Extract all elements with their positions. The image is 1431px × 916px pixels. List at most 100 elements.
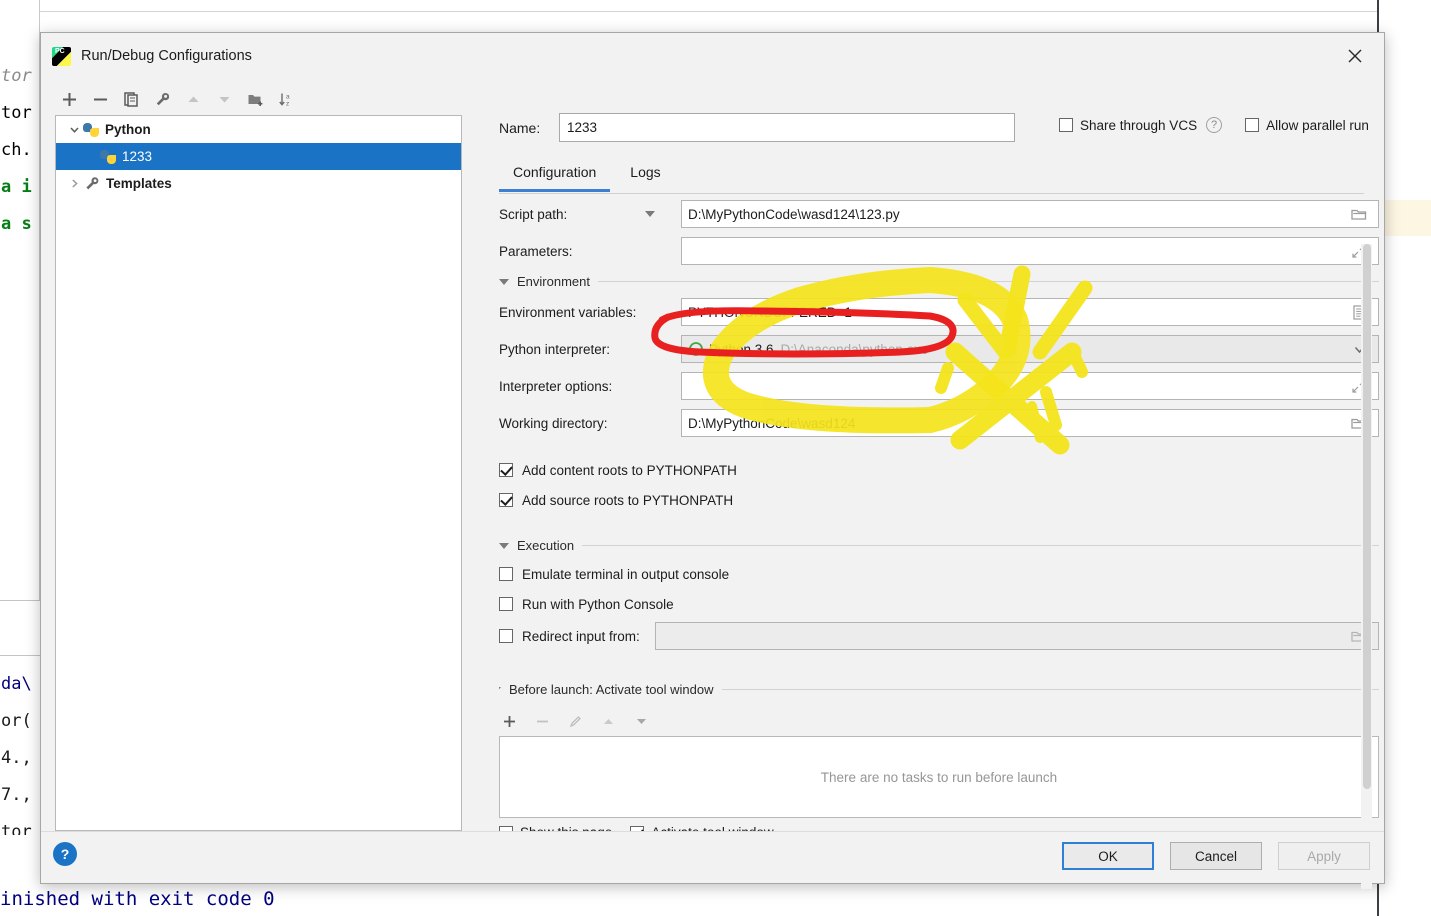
cancel-button-label: Cancel [1194, 848, 1238, 864]
plus-icon [503, 715, 515, 727]
dialog-footer: ? OK Cancel Apply [41, 831, 1384, 883]
python-interpreter-field[interactable]: Python 3.6 D:\Anaconda\python.exe [681, 335, 1379, 363]
pycharm-icon [52, 46, 71, 66]
run-debug-configurations-dialog: Run/Debug Configurations [40, 32, 1385, 889]
checkbox-box [499, 463, 513, 477]
minus-icon [536, 720, 548, 722]
execution-section-header[interactable]: Execution [499, 538, 1379, 553]
emulate-terminal-checkbox[interactable]: Emulate terminal in output console [499, 562, 1379, 586]
script-path-label: Script path: [499, 206, 568, 222]
minus-icon [93, 98, 107, 100]
python-interpreter-path: D:\Anaconda\python.exe [780, 341, 929, 357]
environment-variables-input[interactable]: PYTHONUNBUFFERED=1 [681, 298, 1379, 326]
before-launch-task-list[interactable]: There are no tasks to run before launch [499, 736, 1379, 818]
add-task-button[interactable] [499, 707, 523, 735]
before-launch-toolbar [499, 706, 1379, 736]
python-interpreter-label: Python interpreter: [499, 341, 611, 357]
ide-top-divider [0, 11, 1431, 12]
run-with-python-console-checkbox[interactable]: Run with Python Console [499, 592, 1379, 616]
question-icon[interactable]: ? [53, 842, 77, 866]
run-with-python-console-label: Run with Python Console [522, 596, 674, 612]
tab-bar: Configuration Logs [499, 157, 675, 192]
working-directory-input[interactable]: D:\MyPythonCode\wasd124 [681, 409, 1379, 437]
python-env-icon [688, 341, 704, 357]
name-row: Name: [499, 113, 1015, 142]
share-through-vcs-checkbox[interactable]: Share through VCS [1059, 118, 1197, 133]
svg-text:a: a [286, 93, 290, 100]
tab-logs[interactable]: Logs [616, 157, 674, 192]
execution-section-label: Execution [517, 538, 575, 553]
emulate-terminal-label: Emulate terminal in output console [522, 566, 730, 582]
chevron-down-icon[interactable] [66, 124, 83, 135]
allow-parallel-run-checkbox[interactable]: Allow parallel run [1245, 118, 1369, 133]
folder-add-icon [248, 94, 262, 106]
scrollbar-thumb[interactable] [1363, 244, 1371, 789]
close-button[interactable] [1332, 38, 1378, 74]
task-move-down-button[interactable] [627, 707, 655, 735]
console-line-4: tor [1, 822, 32, 835]
edit-templates-button[interactable] [148, 85, 176, 113]
tree-item-templates[interactable]: Templates [56, 170, 461, 197]
form-scrollbar[interactable] [1361, 244, 1372, 889]
redirect-input-field[interactable] [654, 622, 1379, 650]
environment-variables-row: Environment variables: PYTHONUNBUFFERED=… [499, 298, 1379, 326]
checkbox-box [1059, 118, 1073, 132]
chevron-right-icon[interactable] [66, 178, 83, 189]
checkbox-box [499, 597, 513, 611]
parameters-label: Parameters: [499, 243, 573, 259]
move-up-button[interactable] [179, 85, 207, 113]
caret-down-icon[interactable] [499, 542, 509, 549]
name-input[interactable] [559, 113, 1015, 142]
move-down-button[interactable] [210, 85, 238, 113]
python-icon [100, 149, 116, 165]
interpreter-options-input[interactable] [681, 372, 1379, 400]
configurations-tree[interactable]: Python 1233 Templates [55, 115, 462, 831]
tree-item-1233[interactable]: 1233 [56, 143, 461, 170]
add-source-roots-checkbox[interactable]: Add source roots to PYTHONPATH [499, 488, 1379, 512]
new-folder-button[interactable] [241, 85, 269, 113]
arrow-down-icon [636, 718, 646, 724]
ok-button[interactable]: OK [1062, 842, 1154, 870]
caret-down-icon[interactable] [499, 278, 509, 285]
section-divider [582, 545, 1379, 546]
script-path-value: D:\MyPythonCode\wasd124\123.py [688, 206, 900, 222]
folder-icon[interactable] [1346, 201, 1372, 227]
cancel-button[interactable]: Cancel [1170, 842, 1262, 870]
console-line-2: 4., [1, 748, 32, 768]
remove-task-button[interactable] [528, 707, 556, 735]
script-path-input[interactable]: D:\MyPythonCode\wasd124\123.py [681, 200, 1379, 228]
tree-item-label: Templates [106, 176, 172, 191]
redirect-input-checkbox[interactable] [499, 629, 513, 643]
tree-item-python[interactable]: Python [56, 116, 461, 143]
apply-button[interactable]: Apply [1278, 842, 1370, 870]
caret-down-icon[interactable] [645, 211, 655, 217]
working-directory-label: Working directory: [499, 415, 608, 431]
sort-configurations-button[interactable]: a z [272, 85, 300, 113]
copy-configuration-button[interactable] [117, 85, 145, 113]
task-move-up-button[interactable] [594, 707, 622, 735]
before-launch-label: Before launch: Activate tool window [509, 682, 714, 697]
parameters-input[interactable] [681, 237, 1379, 265]
name-label: Name: [499, 119, 541, 136]
configuration-form: Script path: D:\MyPythonCode\wasd124\123… [499, 200, 1379, 831]
environment-section-header[interactable]: Environment [499, 274, 1379, 289]
right-editor-pane [1378, 0, 1431, 916]
editor-line-3: a i [1, 177, 32, 197]
dialog-titlebar: Run/Debug Configurations [41, 33, 1384, 79]
section-divider [721, 689, 1379, 690]
arrow-up-icon [603, 718, 613, 724]
add-configuration-button[interactable] [55, 85, 83, 113]
edit-task-button[interactable] [561, 707, 589, 735]
dialog-button-bar: OK Cancel Apply [1062, 842, 1370, 870]
close-icon [1348, 49, 1362, 63]
apply-button-label: Apply [1307, 848, 1341, 864]
caret-down-icon[interactable] [499, 686, 501, 693]
remove-configuration-button[interactable] [86, 85, 114, 113]
add-content-roots-checkbox[interactable]: Add content roots to PYTHONPATH [499, 458, 1379, 482]
console-line-0: da\ [1, 674, 32, 694]
question-icon[interactable]: ? [1206, 117, 1223, 133]
interpreter-options-row: Interpreter options: [499, 372, 1379, 400]
tab-configuration[interactable]: Configuration [499, 157, 611, 192]
console-exit-status: inished with exit code 0 [0, 888, 275, 910]
before-launch-header[interactable]: Before launch: Activate tool window [499, 682, 1379, 697]
